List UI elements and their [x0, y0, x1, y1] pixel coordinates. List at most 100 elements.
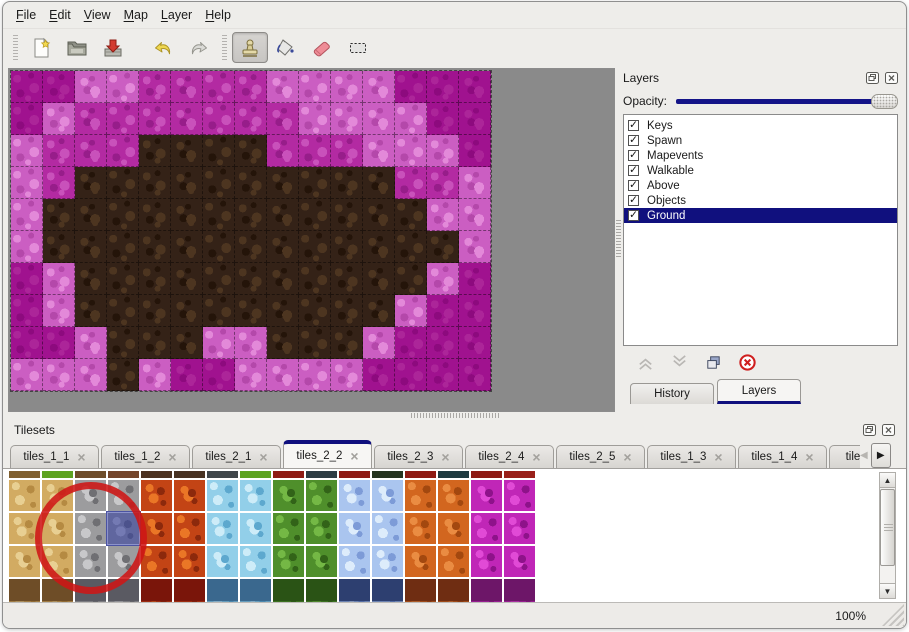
map-tile[interactable] — [331, 71, 363, 103]
tileset-tile[interactable] — [207, 546, 238, 577]
tileset-tile[interactable] — [504, 546, 535, 577]
toolbar-grip[interactable] — [222, 35, 227, 61]
tileset-tile[interactable] — [405, 471, 436, 478]
map-tile[interactable] — [107, 327, 139, 359]
map-tile[interactable] — [11, 295, 43, 327]
tileset-tile[interactable] — [306, 480, 337, 511]
delete-layer-button[interactable] — [738, 353, 757, 372]
tileset-tile[interactable] — [9, 546, 40, 577]
map-tile[interactable] — [235, 103, 267, 135]
map-tile[interactable] — [395, 295, 427, 327]
layer-row-mapevents[interactable]: ✓Mapevents — [624, 148, 897, 163]
map-tile[interactable] — [11, 167, 43, 199]
map-tile[interactable] — [395, 327, 427, 359]
tab-layers[interactable]: Layers — [717, 379, 801, 404]
tileset-tab-tiles_2_5[interactable]: tiles_2_5× — [556, 445, 645, 468]
rect-select-tool-button[interactable] — [340, 32, 376, 63]
map-canvas[interactable] — [10, 70, 492, 392]
map-tile[interactable] — [11, 263, 43, 295]
tileset-tile[interactable] — [207, 513, 238, 544]
map-tile[interactable] — [43, 359, 75, 391]
tileset-tile[interactable] — [174, 513, 205, 544]
tileset-tile[interactable] — [372, 471, 403, 478]
close-tab-icon[interactable]: × — [350, 449, 358, 463]
tileset-tile[interactable] — [141, 546, 172, 577]
tileset-tile[interactable] — [306, 546, 337, 577]
tileset-tile[interactable] — [108, 471, 139, 478]
map-tile[interactable] — [11, 359, 43, 391]
map-tile[interactable] — [235, 71, 267, 103]
splitter-grip[interactable] — [411, 413, 499, 418]
float-panel-icon[interactable] — [866, 72, 879, 84]
close-tab-icon[interactable]: × — [259, 450, 267, 464]
map-tile[interactable] — [107, 231, 139, 263]
map-tile[interactable] — [331, 199, 363, 231]
map-tile[interactable] — [459, 103, 491, 135]
map-tile[interactable] — [459, 231, 491, 263]
map-tile[interactable] — [395, 231, 427, 263]
map-tile[interactable] — [11, 231, 43, 263]
map-tile[interactable] — [299, 135, 331, 167]
tileset-tile[interactable] — [273, 579, 304, 602]
tileset-tab-tiles_1_3[interactable]: tiles_1_3× — [647, 445, 736, 468]
map-tile[interactable] — [395, 135, 427, 167]
tileset-tab-tiles_2_4[interactable]: tiles_2_4× — [465, 445, 554, 468]
tileset-tile[interactable] — [504, 513, 535, 544]
tileset-tile[interactable] — [207, 480, 238, 511]
tileset-tile[interactable] — [438, 471, 469, 478]
map-tile[interactable] — [459, 71, 491, 103]
tileset-tile[interactable] — [207, 579, 238, 602]
layer-row-above[interactable]: ✓Above — [624, 178, 897, 193]
tileset-tile[interactable] — [240, 513, 271, 544]
scroll-down-button[interactable]: ▼ — [880, 583, 895, 598]
opacity-slider-handle[interactable] — [871, 94, 898, 109]
map-tile[interactable] — [203, 103, 235, 135]
tileset-tab-tiles_2_2[interactable]: tiles_2_2× — [283, 440, 372, 468]
tileset-tile[interactable] — [471, 471, 502, 478]
tileset-tile[interactable] — [339, 480, 370, 511]
tileset-tile[interactable] — [504, 579, 535, 602]
close-tab-icon[interactable]: × — [168, 450, 176, 464]
map-tile[interactable] — [11, 199, 43, 231]
map-tile[interactable] — [139, 263, 171, 295]
map-tile[interactable] — [11, 135, 43, 167]
map-tile[interactable] — [43, 263, 75, 295]
map-tile[interactable] — [139, 71, 171, 103]
close-panel-icon[interactable] — [882, 424, 895, 436]
tileset-tile[interactable] — [9, 579, 40, 602]
tileset-tile[interactable] — [372, 480, 403, 511]
map-tile[interactable] — [427, 263, 459, 295]
map-tile[interactable] — [11, 71, 43, 103]
map-tile[interactable] — [267, 295, 299, 327]
map-tile[interactable] — [75, 71, 107, 103]
menu-view[interactable]: View — [84, 8, 111, 22]
map-tile[interactable] — [107, 199, 139, 231]
layer-visibility-checkbox[interactable]: ✓ — [628, 195, 639, 206]
map-tile[interactable] — [331, 263, 363, 295]
map-tile[interactable] — [75, 199, 107, 231]
tileset-tile[interactable] — [471, 480, 502, 511]
tileset-tile[interactable] — [240, 480, 271, 511]
close-tab-icon[interactable]: × — [77, 450, 85, 464]
map-tile[interactable] — [427, 167, 459, 199]
map-tile[interactable] — [43, 199, 75, 231]
map-tile[interactable] — [395, 359, 427, 391]
map-tile[interactable] — [171, 231, 203, 263]
map-tile[interactable] — [235, 295, 267, 327]
map-tile[interactable] — [363, 359, 395, 391]
tileset-scrollbar[interactable]: ▲ ▼ — [879, 472, 896, 599]
map-tile[interactable] — [139, 167, 171, 199]
tileset-tile[interactable] — [273, 513, 304, 544]
map-tile[interactable] — [267, 103, 299, 135]
layer-row-spawn[interactable]: ✓Spawn — [624, 133, 897, 148]
map-tile[interactable] — [235, 167, 267, 199]
tileset-tile[interactable] — [9, 471, 40, 478]
tileset-tab-tiles_1_[interactable]: tiles_1_× — [829, 445, 860, 468]
map-tile[interactable] — [395, 103, 427, 135]
tileset-tile[interactable] — [141, 480, 172, 511]
map-tile[interactable] — [75, 231, 107, 263]
map-tile[interactable] — [75, 167, 107, 199]
map-tile[interactable] — [139, 327, 171, 359]
opacity-slider[interactable] — [676, 93, 898, 109]
tileset-tile[interactable] — [306, 513, 337, 544]
